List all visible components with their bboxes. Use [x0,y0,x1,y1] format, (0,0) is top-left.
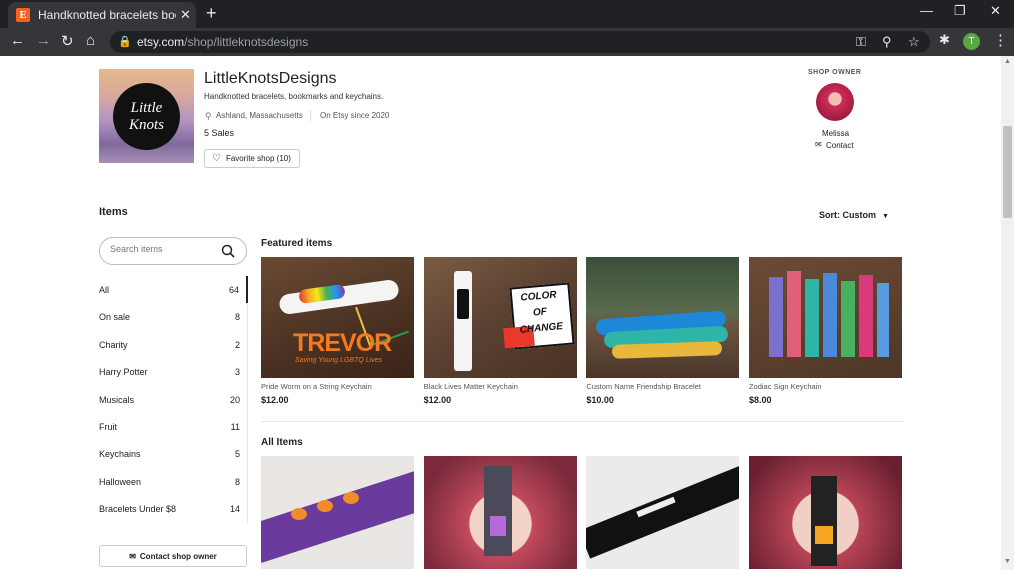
tab-title: Handknotted bracelets bookmarks [38,8,176,22]
owner-name[interactable]: Melissa [822,129,849,138]
reload-icon[interactable]: ↻ [61,32,74,50]
favorite-shop-label: Favorite shop (10) [225,154,291,163]
listing-image[interactable] [423,456,577,569]
featured-grid: TREVOR Saving Young LGBTQ Lives Pride Wo… [261,257,902,405]
browser-tab[interactable]: E Handknotted bracelets bookmarks ✕ [8,2,196,28]
extensions-icon[interactable]: ✱ [939,32,950,48]
listing-image[interactable] [586,257,740,378]
listing-card[interactable] [261,456,414,569]
listing-card[interactable] [423,456,577,569]
shop-since: On Etsy since 2020 [320,111,390,120]
trevor-overlay-subtext: Saving Young LGBTQ Lives [295,357,383,364]
listing-image[interactable] [261,456,414,569]
search-icon[interactable] [221,244,235,258]
category-item[interactable]: Halloween 8 [99,468,247,495]
divider [310,110,311,121]
listing-image[interactable]: COLOR OF CHANGE [423,257,577,378]
section-divider [261,421,902,422]
category-item[interactable]: Bracelets Under $8 14 [99,495,247,522]
listing-image[interactable]: TREVOR Saving Young LGBTQ Lives [261,257,414,378]
location-pin-icon: ⚲ [205,111,212,121]
items-heading: Items [99,206,128,218]
listing-title[interactable]: Pride Worm on a String Keychain [261,382,414,391]
category-item[interactable]: On sale 8 [99,303,247,330]
shop-logo: Little Knots [99,69,194,163]
window-close-icon[interactable]: ✕ [990,3,1001,19]
scroll-up-icon[interactable]: ▲ [1004,58,1011,65]
all-items-heading: All Items [261,437,303,448]
sort-dropdown[interactable]: Sort: Custom ▼ [819,210,889,220]
listing-price: $8.00 [748,395,772,405]
url-text: etsy.com/shop/littleknotsdesigns [137,35,309,49]
shop-location: Ashland, Massachusetts [216,111,303,120]
browser-tab-strip: E Handknotted bracelets bookmarks ✕ + — … [0,0,1014,28]
shop-sales[interactable]: 5 Sales [204,128,234,138]
zoom-icon[interactable]: ⚲ [882,34,892,50]
key-icon[interactable]: ⚿ [856,34,866,50]
back-icon[interactable]: ← [10,32,25,49]
page-scrollbar[interactable]: ▲ ▼ [1001,56,1014,570]
all-items-grid [261,456,902,569]
tab-close-icon[interactable]: ✕ [180,7,191,23]
scroll-down-icon[interactable]: ▼ [1004,558,1011,565]
lock-icon: 🔒 [118,36,132,48]
favorite-shop-button[interactable]: ♡ Favorite shop (10) [204,149,300,168]
category-item[interactable]: Harry Potter 3 [99,358,247,385]
listing-title[interactable]: Custom Name Friendship Bracelet [586,382,739,391]
shop-name: LittleKnotsDesigns [204,70,337,87]
listing-title[interactable]: Black Lives Matter Keychain [424,382,577,391]
category-item[interactable]: Fruit 11 [99,413,247,440]
new-tab-icon[interactable]: + [206,3,217,24]
forward-icon[interactable]: → [36,32,51,49]
minimize-icon[interactable]: — [920,3,933,18]
message-icon: ✉ [815,140,822,149]
listing-image[interactable] [748,456,902,569]
listing-card[interactable]: COLOR OF CHANGE Black Lives Matter Keych… [423,257,577,405]
trevor-overlay-text: TREVOR [293,329,392,357]
address-bar[interactable]: 🔒 etsy.com/shop/littleknotsdesigns ⚿ ⚲ ☆ [110,31,930,53]
browser-menu-icon[interactable]: ⋮ [993,31,1008,49]
home-icon[interactable]: ⌂ [86,32,95,49]
browser-toolbar: ← → ↻ ⌂ 🔒 etsy.com/shop/littleknotsdesig… [0,28,1014,56]
listing-image[interactable] [748,257,902,378]
category-item[interactable]: Keychains 5 [99,440,247,467]
listing-price: $10.00 [586,395,614,405]
category-list: All 64 On sale 8 Charity 2 Harry Potter 3 Mu… [99,276,248,523]
featured-items-heading: Featured items [261,238,333,249]
sort-label: Sort: Custom [819,210,876,220]
restore-icon[interactable]: ❐ [954,3,966,19]
listing-title[interactable]: Zodiac Sign Keychain [749,382,902,391]
etsy-favicon-icon: E [16,8,30,22]
listing-card[interactable]: Zodiac Sign Keychain $8.00 [748,257,902,405]
message-icon: ✉ [129,551,136,561]
caret-down-icon: ▼ [882,213,889,220]
contact-shop-owner-button[interactable]: ✉ Contact shop owner [99,545,247,567]
listing-card[interactable] [586,456,740,569]
shop-logo-text: Little Knots [113,83,180,150]
search-box [99,237,247,265]
listing-card[interactable] [748,456,902,569]
shop-owner-label: SHOP OWNER [808,69,862,76]
listing-image[interactable] [586,456,740,569]
listing-card[interactable]: Custom Name Friendship Bracelet $10.00 [586,257,740,405]
bookmark-star-icon[interactable]: ☆ [908,34,920,50]
listing-card[interactable]: TREVOR Saving Young LGBTQ Lives Pride Wo… [261,257,414,405]
color-of-change-overlay-text: COLOR OF CHANGE [518,289,564,336]
contact-shop-owner-label: Contact shop owner [139,551,217,561]
shop-tagline: Handknotted bracelets, bookmarks and key… [204,92,384,101]
category-item[interactable]: Musicals 20 [99,386,247,413]
profile-avatar[interactable]: T [963,33,980,50]
category-item[interactable]: Charity 2 [99,331,247,358]
scroll-thumb[interactable] [1003,126,1012,218]
owner-avatar[interactable] [816,83,854,121]
listing-price: $12.00 [423,395,452,405]
category-item[interactable]: All 64 [99,276,248,304]
listing-price: $12.00 [261,395,289,405]
heart-icon: ♡ [212,153,221,164]
contact-owner-link[interactable]: Contact [826,141,854,150]
search-input[interactable] [110,244,210,254]
